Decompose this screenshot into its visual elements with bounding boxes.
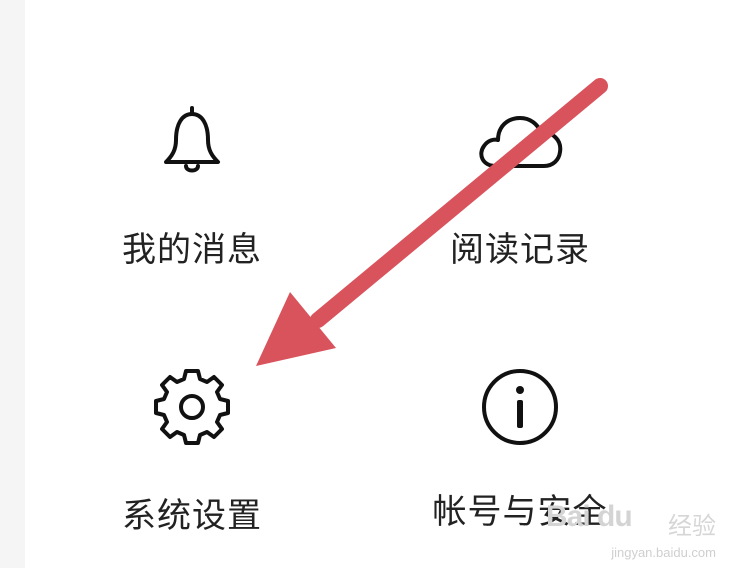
watermark-text: 经验 bbox=[668, 512, 716, 540]
bell-icon bbox=[164, 106, 220, 173]
menu-item-label: 我的消息 bbox=[122, 230, 262, 270]
watermark-url: jingyan.baidu.com bbox=[611, 545, 716, 560]
watermark-logo: Bai du bbox=[546, 500, 633, 533]
cloud-icon bbox=[479, 116, 563, 168]
menu-item-label: 阅读记录 bbox=[450, 230, 590, 270]
menu-item-messages[interactable]: 我的消息 bbox=[52, 100, 332, 270]
menu-item-system-settings[interactable]: 系统设置 bbox=[52, 366, 332, 536]
gear-icon bbox=[154, 369, 230, 445]
info-icon bbox=[482, 369, 558, 445]
menu-item-label: 系统设置 bbox=[122, 496, 262, 536]
left-edge-strip bbox=[0, 0, 25, 568]
watermark: Bai du 经验 jingyan.baidu.com bbox=[546, 500, 716, 560]
menu-item-reading-history[interactable]: 阅读记录 bbox=[380, 100, 660, 270]
